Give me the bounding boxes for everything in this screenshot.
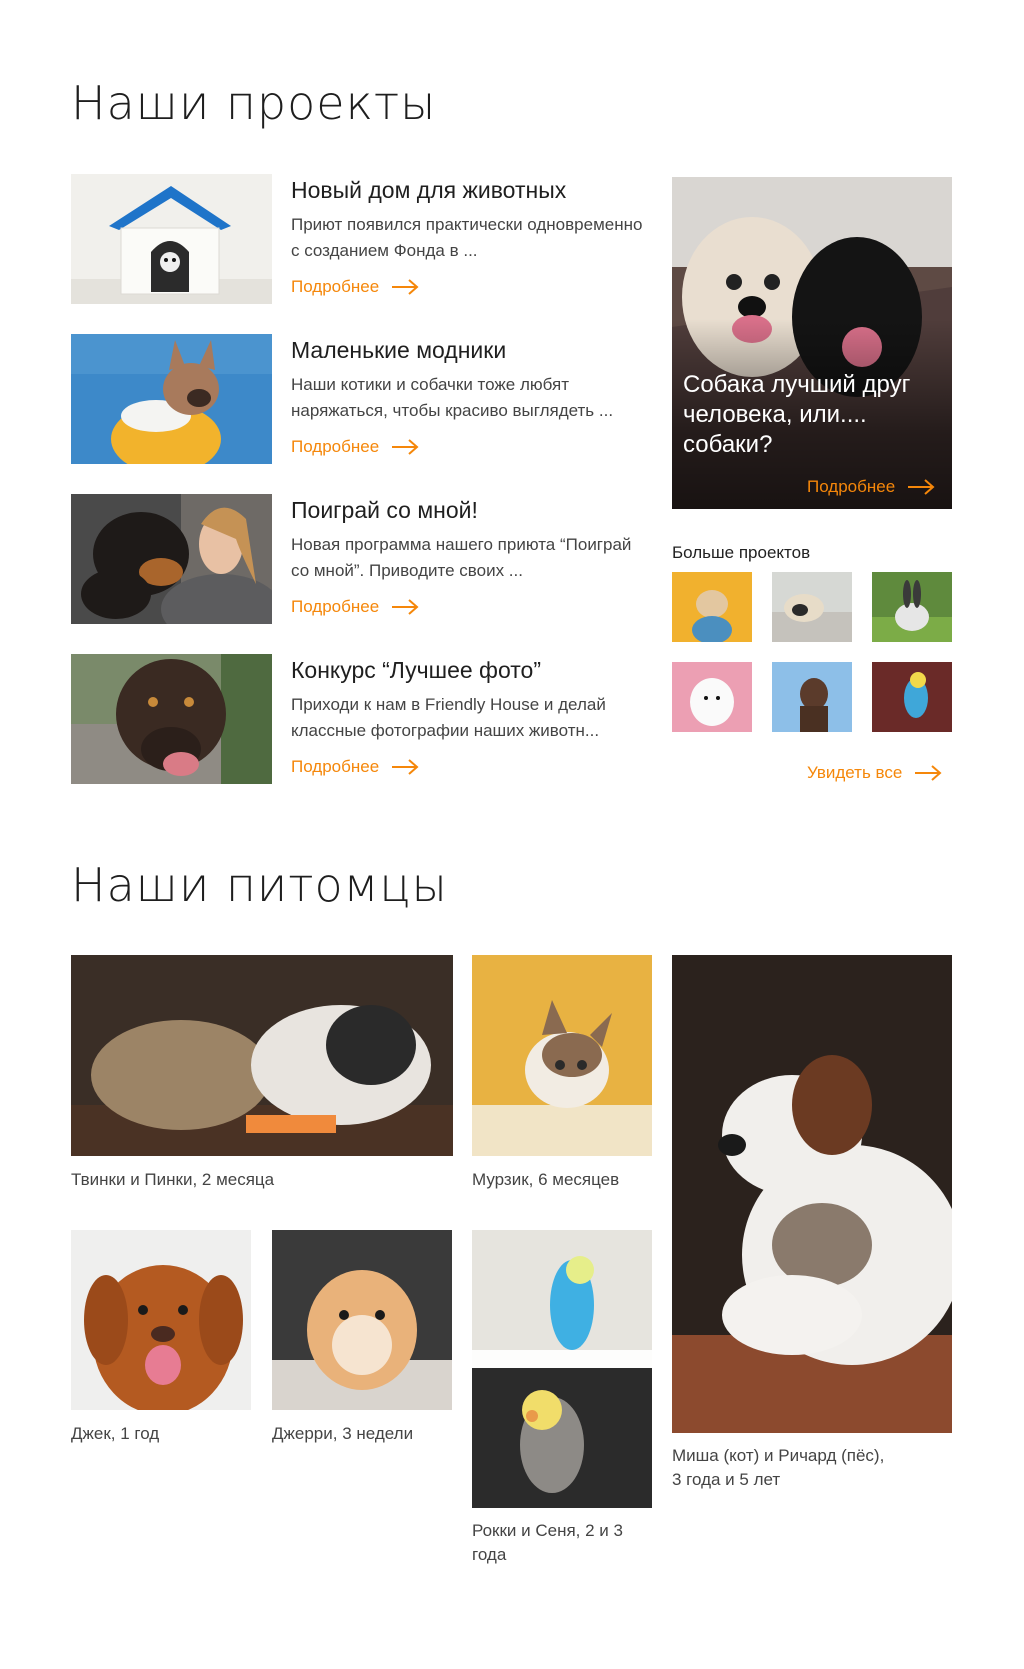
pets-heading: Наши питомцы <box>71 858 448 912</box>
project-more-link[interactable]: Подробнее <box>291 277 419 297</box>
project-image-contest[interactable] <box>71 654 272 784</box>
more-label: Подробнее <box>807 477 896 496</box>
pet-caption: Миша (кот) и Ричард (пёс), 3 года и 5 ле… <box>672 1444 884 1492</box>
pet-card-rocky-senya[interactable] <box>472 1230 652 1508</box>
pet-caption: Джек, 1 год <box>71 1424 160 1443</box>
projects-heading: Наши проекты <box>71 76 437 130</box>
project-image-fashion[interactable] <box>71 334 272 464</box>
project-more-link[interactable]: Подробнее <box>291 597 419 617</box>
pet-card-murzik[interactable] <box>472 955 652 1156</box>
see-all-label: Увидеть все <box>807 763 903 782</box>
pet-card-jack[interactable] <box>71 1230 251 1410</box>
arrow-right-icon <box>392 279 419 295</box>
pet-image <box>71 1230 251 1410</box>
more-label: Подробнее <box>291 277 380 296</box>
more-project-thumb-dog-shirt[interactable] <box>672 572 752 644</box>
arrow-right-icon <box>915 765 942 781</box>
project-image-new-home[interactable] <box>71 174 272 304</box>
pet-caption-line1: Миша (кот) и Ричард (пёс), <box>672 1446 885 1465</box>
more-label: Подробнее <box>291 437 380 456</box>
more-label: Подробнее <box>291 757 380 776</box>
project-desc: Приют появился практически одновременно … <box>291 215 643 260</box>
project-more-link[interactable]: Подробнее <box>291 437 419 457</box>
pet-image <box>672 955 952 1433</box>
project-desc: Новая программа нашего приюта “Поиграй с… <box>291 535 632 580</box>
more-project-thumb-parrot[interactable] <box>872 662 952 732</box>
arrow-right-icon <box>392 759 419 775</box>
pet-caption: Твинки и Пинки, 2 месяца <box>71 1170 275 1189</box>
arrow-right-icon <box>908 479 935 495</box>
more-project-thumb-pug[interactable] <box>772 572 852 642</box>
pet-card-jerry[interactable] <box>272 1230 452 1410</box>
pet-image <box>472 955 652 1156</box>
feature-card[interactable]: Собака лучший друг человека, или.... соб… <box>672 177 952 509</box>
project-desc: Наши котики и собачки тоже любят наряжат… <box>291 375 614 420</box>
more-project-thumb-rabbit[interactable] <box>872 572 952 642</box>
more-project-thumb-samoyed[interactable] <box>672 662 752 732</box>
project-title[interactable]: Маленькие модники <box>291 337 506 364</box>
pet-caption: Джерри, 3 недели <box>272 1424 414 1443</box>
pet-caption-line2: 3 года и 5 лет <box>672 1470 781 1489</box>
project-title[interactable]: Конкурс “Лучшее фото” <box>291 657 541 684</box>
arrow-right-icon <box>392 439 419 455</box>
more-label: Подробнее <box>291 597 380 616</box>
pet-caption: Рокки и Сеня, 2 и 3 года <box>472 1521 623 1564</box>
pet-card-misha-richard[interactable] <box>672 955 952 1433</box>
pet-caption: Мурзик, 6 месяцев <box>472 1170 620 1189</box>
pet-image <box>272 1230 452 1410</box>
project-more-link[interactable]: Подробнее <box>291 757 419 777</box>
more-projects-heading: Больше проектов <box>672 543 811 562</box>
pet-card-twinky-pinky[interactable] <box>71 955 453 1156</box>
project-desc: Приходи к нам в Friendly House и делай к… <box>291 695 606 740</box>
feature-more-link[interactable]: Подробнее <box>807 477 935 497</box>
project-title[interactable]: Новый дом для животных <box>291 177 566 204</box>
feature-title: Собака лучший друг человека, или.... соб… <box>683 371 911 458</box>
project-title[interactable]: Поиграй со мной! <box>291 497 478 524</box>
pet-image <box>472 1230 652 1508</box>
project-image-play[interactable] <box>71 494 272 624</box>
more-project-thumb-brown-dog[interactable] <box>772 662 852 732</box>
see-all-link[interactable]: Увидеть все <box>807 763 942 783</box>
arrow-right-icon <box>392 599 419 615</box>
pet-image <box>71 955 453 1156</box>
